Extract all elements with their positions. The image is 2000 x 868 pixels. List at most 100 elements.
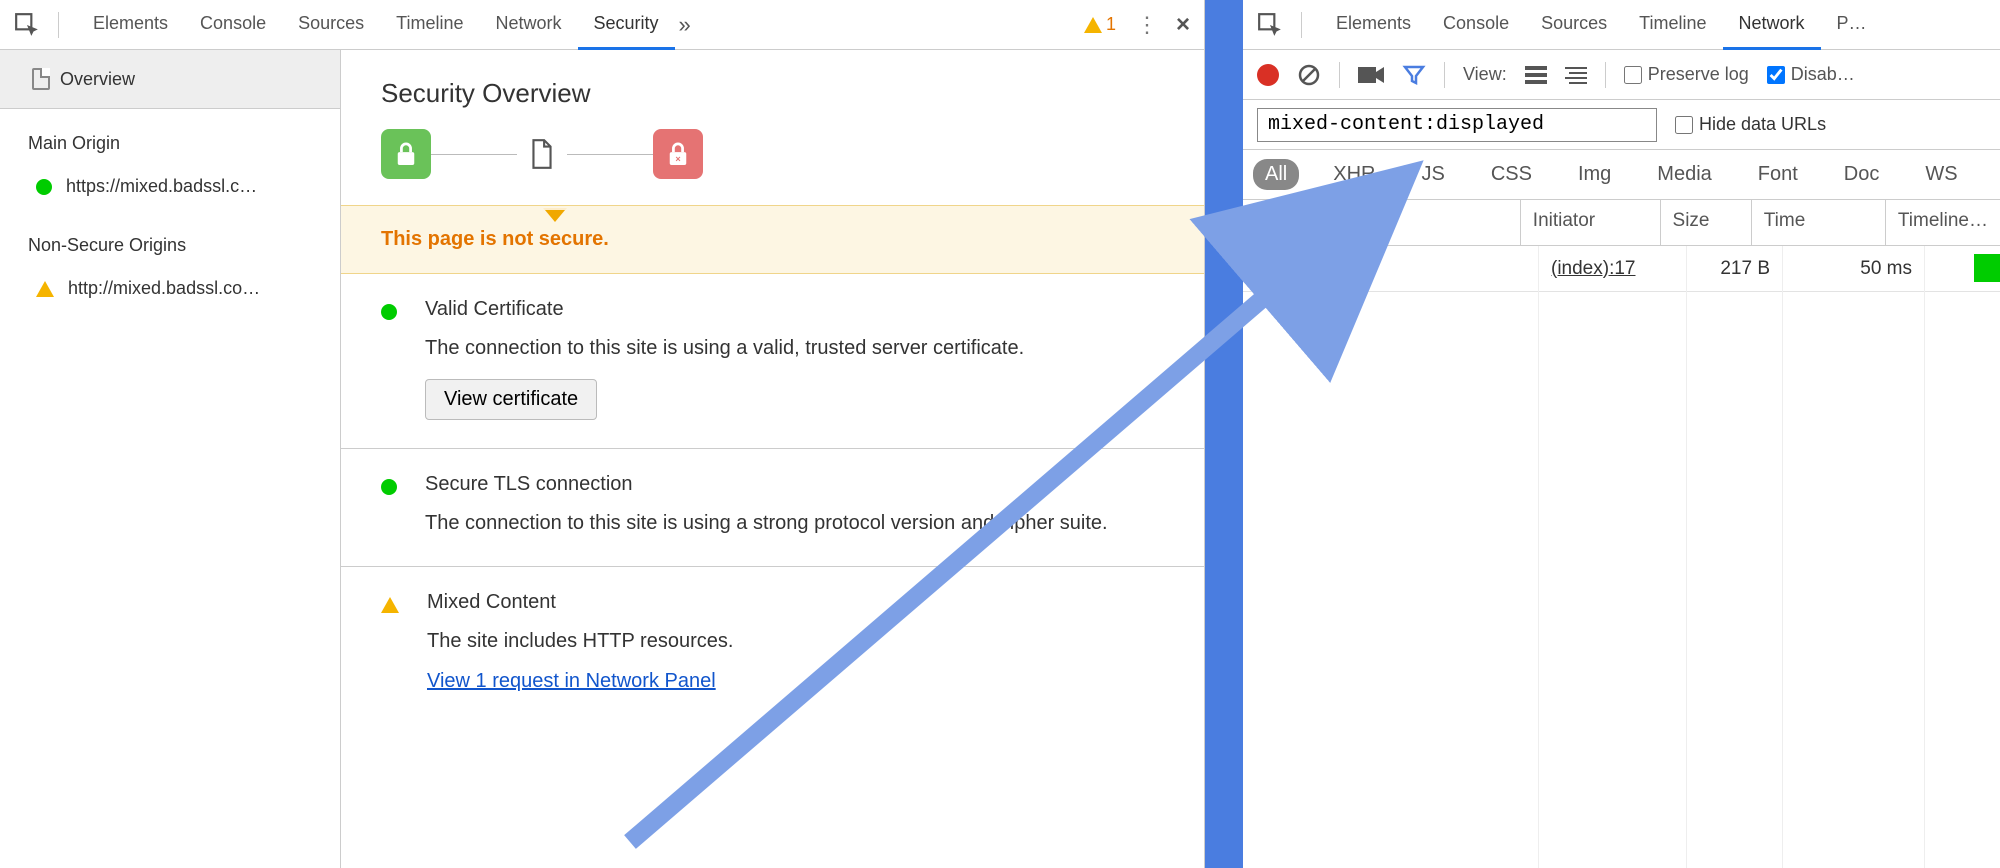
- hide-data-urls-label: Hide data URLs: [1699, 114, 1826, 135]
- cell-time: 50 ms: [1783, 246, 1925, 291]
- view-requests-link[interactable]: View 1 request in Network Panel: [427, 670, 716, 693]
- warning-icon: [381, 597, 399, 613]
- security-block-mixed-content: Mixed Content The site includes HTTP res…: [341, 567, 1204, 721]
- tab-network[interactable]: Network: [480, 0, 578, 50]
- banner-pointer-icon: [545, 210, 565, 222]
- devtools-network-panel: Elements Console Sources Timeline Networ…: [1243, 0, 2000, 868]
- block-body: The site includes HTTP resources.: [427, 626, 733, 656]
- panel-divider: [1205, 0, 1243, 868]
- tab-elements[interactable]: Elements: [77, 0, 184, 50]
- disable-cache-checkbox[interactable]: Disab…: [1767, 64, 1855, 85]
- record-button-icon[interactable]: [1257, 64, 1279, 86]
- network-table-header: Name Initiator Size Time Timeline…: [1243, 200, 2000, 246]
- timeline-bar-icon: [1974, 254, 2000, 282]
- warning-icon: [36, 281, 54, 297]
- inspect-icon[interactable]: [1257, 12, 1283, 38]
- tabbar-left: Elements Console Sources Timeline Networ…: [0, 0, 1204, 50]
- separator: [1444, 62, 1445, 88]
- tab-sources[interactable]: Sources: [282, 0, 380, 50]
- file-icon: [1255, 258, 1273, 280]
- preserve-log-input[interactable]: [1624, 66, 1642, 84]
- col-size[interactable]: Size: [1661, 200, 1752, 245]
- type-other[interactable]: Other: [1992, 159, 2000, 190]
- tab-timeline[interactable]: Timeline: [1623, 0, 1722, 50]
- tabs-overflow-icon[interactable]: »: [679, 12, 691, 38]
- security-block-certificate: Valid Certificate The connection to this…: [341, 274, 1204, 449]
- col-time[interactable]: Time: [1752, 200, 1886, 245]
- secure-dot-icon: [36, 179, 52, 195]
- block-body: The connection to this site is using a v…: [425, 333, 1024, 363]
- insecure-chip-icon: ×: [653, 129, 703, 179]
- console-warning-badge[interactable]: 1: [1084, 14, 1116, 35]
- origin-main[interactable]: https://mixed.badssl.c…: [0, 162, 340, 211]
- summary-connector: [567, 154, 653, 155]
- view-certificate-button[interactable]: View certificate: [425, 379, 597, 420]
- type-img[interactable]: Img: [1566, 159, 1623, 190]
- tab-network[interactable]: Network: [1723, 0, 1821, 50]
- network-toolbar: View: Preserve log Disab…: [1243, 50, 2000, 100]
- kebab-menu-icon[interactable]: ⋮: [1136, 12, 1156, 38]
- close-icon[interactable]: ×: [1176, 11, 1190, 39]
- hide-data-urls-input[interactable]: [1675, 116, 1693, 134]
- security-block-tls: Secure TLS connection The connection to …: [341, 449, 1204, 567]
- type-xhr[interactable]: XHR: [1321, 159, 1387, 190]
- nonsecure-origins-heading: Non-Secure Origins: [0, 211, 340, 264]
- camera-icon[interactable]: [1358, 65, 1384, 85]
- network-filter-row: Hide data URLs: [1243, 100, 2000, 150]
- type-all[interactable]: All: [1253, 159, 1299, 190]
- cell-initiator[interactable]: (index):17: [1539, 246, 1687, 291]
- page-icon: [32, 68, 50, 90]
- separator: [58, 12, 59, 38]
- summary-connector: [431, 154, 517, 155]
- cell-name: image.jpg: [1243, 246, 1539, 291]
- type-ws[interactable]: WS: [1913, 159, 1969, 190]
- svg-text:×: ×: [675, 154, 680, 164]
- tab-sources[interactable]: Sources: [1525, 0, 1623, 50]
- page-chip-icon: [517, 129, 567, 179]
- hide-data-urls-checkbox[interactable]: Hide data URLs: [1675, 114, 1826, 135]
- tab-console[interactable]: Console: [184, 0, 282, 50]
- cell-size: 217 B: [1687, 246, 1783, 291]
- type-css[interactable]: CSS: [1479, 159, 1544, 190]
- col-timeline[interactable]: Timeline…: [1886, 200, 2000, 245]
- cell-timeline: [1925, 246, 2000, 291]
- network-row[interactable]: image.jpg (index):17 217 B 50 ms: [1243, 246, 2000, 292]
- preserve-log-label: Preserve log: [1648, 64, 1749, 85]
- origin-nonsecure[interactable]: http://mixed.badssl.co…: [0, 264, 340, 313]
- tab-elements[interactable]: Elements: [1320, 0, 1427, 50]
- separator: [1301, 12, 1302, 38]
- sidebar-item-overview[interactable]: Overview: [0, 50, 340, 109]
- secure-chip-icon: [381, 129, 431, 179]
- col-initiator[interactable]: Initiator: [1521, 200, 1661, 245]
- separator: [1605, 62, 1606, 88]
- view-large-icon[interactable]: [1525, 64, 1547, 86]
- tab-timeline[interactable]: Timeline: [380, 0, 479, 50]
- block-body: The connection to this site is using a s…: [425, 508, 1108, 538]
- warning-count: 1: [1106, 14, 1116, 35]
- view-small-icon[interactable]: [1565, 64, 1587, 86]
- security-banner: This page is not secure.: [341, 205, 1204, 274]
- type-font[interactable]: Font: [1746, 159, 1810, 190]
- network-type-filter: All XHR JS CSS Img Media Font Doc WS Oth…: [1243, 150, 2000, 200]
- filter-input[interactable]: [1257, 108, 1657, 142]
- view-label: View:: [1463, 64, 1507, 85]
- tab-console[interactable]: Console: [1427, 0, 1525, 50]
- col-name[interactable]: Name: [1243, 200, 1521, 245]
- type-js[interactable]: JS: [1409, 159, 1456, 190]
- preserve-log-checkbox[interactable]: Preserve log: [1624, 64, 1749, 85]
- disable-cache-input[interactable]: [1767, 66, 1785, 84]
- column-guides: [1243, 246, 2000, 868]
- security-summary-icons: ×: [341, 129, 1204, 179]
- inspect-icon[interactable]: [14, 12, 40, 38]
- block-heading: Valid Certificate: [425, 298, 1024, 321]
- type-doc[interactable]: Doc: [1832, 159, 1892, 190]
- tab-security[interactable]: Security: [578, 0, 675, 50]
- filter-icon[interactable]: [1402, 63, 1426, 87]
- clear-icon[interactable]: [1297, 63, 1321, 87]
- separator: [1339, 62, 1340, 88]
- security-main: Security Overview × This page is not sec…: [341, 50, 1204, 868]
- origin-nonsecure-url: http://mixed.badssl.co…: [68, 278, 260, 299]
- type-media[interactable]: Media: [1645, 159, 1723, 190]
- tab-truncated[interactable]: P…: [1821, 0, 1883, 50]
- main-origin-heading: Main Origin: [0, 109, 340, 162]
